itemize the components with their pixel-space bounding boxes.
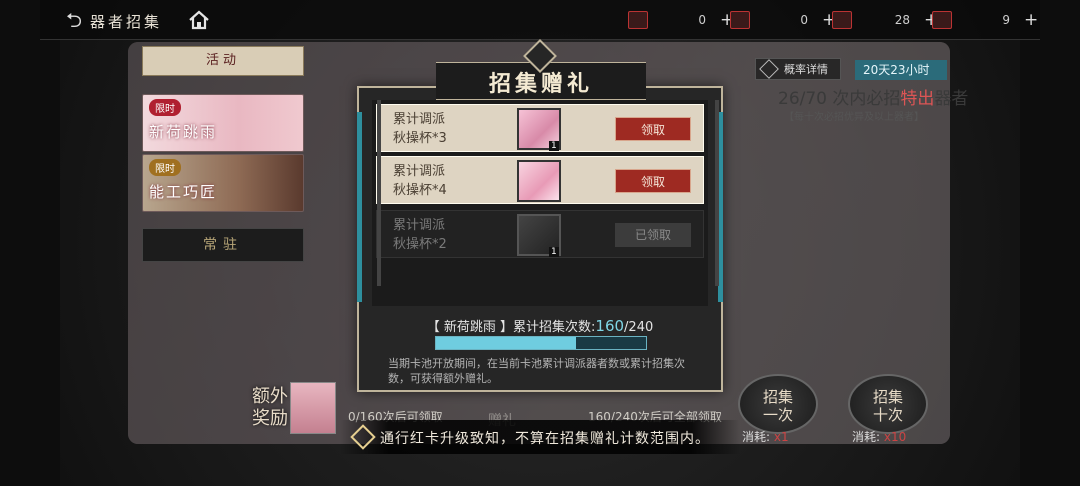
pity-text-end: 器者 bbox=[934, 89, 969, 109]
pull-once-button[interactable]: 招集 一次 bbox=[738, 374, 818, 434]
claimed-button: 已领取 bbox=[615, 223, 691, 247]
reward-list: 累计调派 秋操杯*3 1 领取 累计调派 秋操杯*4 领取 累计调派 秋操杯*2… bbox=[372, 100, 708, 306]
pull-ten-button[interactable]: 招集 十次 bbox=[848, 374, 928, 434]
reward-line2: 秋操杯*4 bbox=[393, 183, 447, 198]
red-card-icon bbox=[628, 11, 648, 29]
resource-standard: 28 + bbox=[832, 9, 938, 31]
modal-title: 招集赠礼 bbox=[488, 72, 593, 97]
summary-total: /240 bbox=[624, 320, 654, 335]
extra-label-line1: 额外 bbox=[252, 386, 288, 407]
back-arrow-icon[interactable]: ⮌ bbox=[60, 8, 88, 32]
gift-description: 当期卡池开放期间，在当前卡池累计调派器者数或累计招集次数，可获得额外赠礼。 bbox=[388, 357, 685, 385]
left-margin bbox=[0, 0, 60, 486]
pity-highlight: 特出 bbox=[900, 89, 935, 109]
progress-bar bbox=[435, 336, 647, 350]
modal-rail-left bbox=[357, 112, 362, 302]
right-margin bbox=[1020, 0, 1080, 486]
pool-banner-xinhe[interactable]: 限时 新荷跳雨 bbox=[142, 94, 304, 152]
cost-label: 消耗: bbox=[852, 430, 881, 444]
reward-line1: 累计调派 bbox=[393, 164, 446, 179]
resource-value: 28 bbox=[894, 13, 910, 27]
claim-button[interactable]: 领取 bbox=[615, 169, 691, 193]
pool-banner-nenggong[interactable]: 限时 能工巧匠 bbox=[142, 154, 304, 212]
limited-tag: 限时 bbox=[149, 99, 181, 116]
standard-ticket-icon bbox=[832, 11, 852, 29]
extra-label-line2: 奖励 bbox=[252, 408, 288, 429]
cost-once-value: x1 bbox=[773, 430, 789, 444]
add-gear-button[interactable]: + bbox=[1024, 10, 1038, 30]
summary-prefix: 【 新荷跳雨 】累计招集次数: bbox=[426, 320, 596, 335]
pull-once-line1: 招集 bbox=[762, 388, 793, 406]
pool-name: 能工巧匠 bbox=[149, 183, 218, 201]
reward-line1: 累计调派 bbox=[393, 218, 446, 233]
scroll-track-left bbox=[377, 100, 381, 286]
reward-text: 累计调派 秋操杯*3 bbox=[393, 110, 447, 148]
pull-ten-line1: 招集 bbox=[872, 388, 903, 406]
reward-text: 累计调派 秋操杯*2 bbox=[393, 216, 447, 254]
progress-fill bbox=[436, 337, 577, 349]
resource-value: 9 bbox=[1002, 13, 1010, 27]
home-icon[interactable] bbox=[188, 9, 210, 31]
reward-line2: 秋操杯*3 bbox=[393, 131, 447, 146]
reward-row: 累计调派 秋操杯*4 领取 bbox=[376, 156, 704, 204]
pity-counter: 26/70 次内必招特出器者 bbox=[778, 84, 968, 109]
cost-label: 消耗: bbox=[742, 430, 771, 444]
probability-label: 概率详情 bbox=[784, 63, 828, 76]
pity-count: 26 bbox=[778, 89, 800, 109]
reward-line1: 累计调派 bbox=[393, 112, 446, 127]
resource-value: 0 bbox=[800, 13, 808, 27]
item-count: 1 bbox=[549, 141, 559, 151]
cost-ten-value: x10 bbox=[883, 430, 907, 444]
reward-row: 累计调派 秋操杯*3 1 领取 bbox=[376, 104, 704, 152]
pity-subtext: 【每十次必招优异及以上器者】 bbox=[784, 112, 924, 123]
notice-message: 通行红卡升级致知，不算在招集赠礼计数范围内。 bbox=[380, 431, 710, 447]
tab-activity[interactable]: 活动 bbox=[142, 46, 304, 76]
resource-limited: 0 + bbox=[730, 9, 836, 31]
top-bar: ⮌ 器者招集 0 + 0 + 28 + 9 + bbox=[40, 0, 1040, 40]
reward-item-thumbnail[interactable] bbox=[517, 160, 561, 202]
pool-list: 活动 限时 新荷跳雨 限时 能工巧匠 常驻 bbox=[142, 46, 304, 268]
notice-icon bbox=[350, 424, 376, 450]
extra-reward-thumbnail[interactable] bbox=[290, 382, 336, 434]
game-screen: ⮌ 器者招集 0 + 0 + 28 + 9 + 活动 bbox=[0, 0, 1080, 486]
resource-gear: 9 + bbox=[932, 9, 1038, 31]
limited-ticket-icon bbox=[730, 11, 750, 29]
pity-total: /70 bbox=[799, 89, 827, 109]
limited-tag: 限时 bbox=[149, 159, 181, 176]
pool-timer: 20天23小时 bbox=[855, 60, 947, 80]
page-title: 器者招集 bbox=[90, 13, 163, 31]
scrollbar[interactable] bbox=[715, 100, 719, 286]
pity-text: 次内必招 bbox=[827, 89, 901, 109]
diamond-icon bbox=[759, 59, 779, 79]
tab-standing[interactable]: 常驻 bbox=[142, 228, 304, 262]
pull-count-summary: 【 新荷跳雨 】累计招集次数:160/240 bbox=[357, 316, 723, 335]
pull-once-line2: 一次 bbox=[762, 406, 793, 424]
extra-reward-label: 额外 奖励 bbox=[252, 386, 288, 430]
summary-current: 160 bbox=[595, 317, 625, 335]
reward-text: 累计调派 秋操杯*4 bbox=[393, 162, 447, 200]
cost-ten: 消耗: x10 bbox=[852, 428, 906, 445]
pull-ten-line2: 十次 bbox=[872, 406, 903, 424]
reward-row: 累计调派 秋操杯*2 1 已领取 bbox=[376, 210, 704, 258]
resource-red-card: 0 + bbox=[628, 9, 734, 31]
resource-value: 0 bbox=[698, 13, 706, 27]
reward-line2: 秋操杯*2 bbox=[393, 237, 447, 252]
probability-button[interactable]: 概率详情 bbox=[755, 58, 841, 80]
pool-name: 新荷跳雨 bbox=[149, 123, 218, 141]
item-count: 1 bbox=[549, 247, 559, 257]
notice-toast: 通行红卡升级致知，不算在招集赠礼计数范围内。 bbox=[340, 420, 740, 454]
gear-ticket-icon bbox=[932, 11, 952, 29]
claim-button[interactable]: 领取 bbox=[615, 117, 691, 141]
cost-once: 消耗: x1 bbox=[742, 428, 789, 445]
